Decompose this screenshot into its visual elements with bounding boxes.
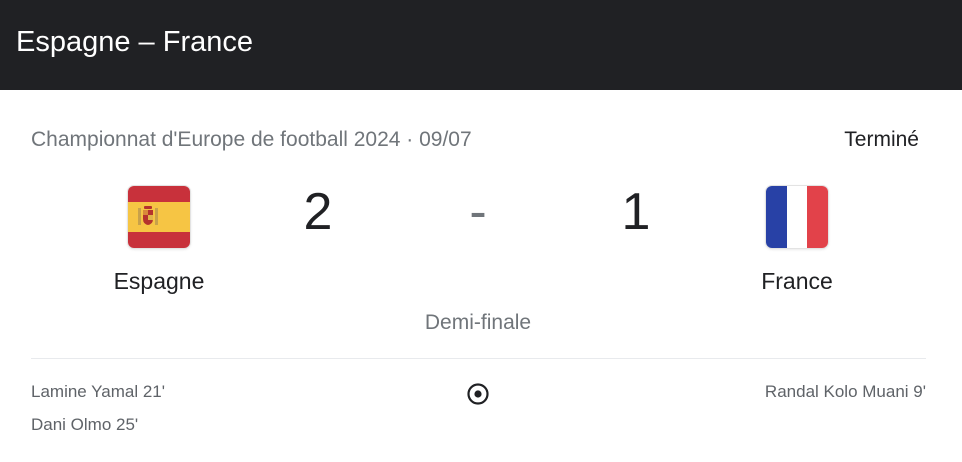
match-stage: Demi-finale (424, 311, 532, 334)
home-score: 2 (303, 183, 333, 241)
france-flag-icon[interactable] (766, 186, 828, 248)
competition-info[interactable]: Championnat d'Europe de football 2024 · … (31, 128, 472, 152)
home-scorer: Lamine Yamal 21' (31, 382, 165, 401)
home-scorer: Dani Olmo 25' (31, 415, 139, 434)
page-title: Espagne – France (16, 26, 253, 58)
home-team-name[interactable]: Espagne (59, 268, 259, 295)
away-scorer: Randal Kolo Muani 9' (764, 382, 926, 401)
match-status: Terminé (844, 128, 919, 151)
score-separator: - (469, 183, 487, 241)
divider (31, 358, 926, 359)
soccer-ball-icon (466, 382, 490, 406)
spain-flag-icon[interactable] (128, 186, 190, 248)
away-team-name[interactable]: France (697, 268, 897, 295)
match-card[interactable]: Championnat d'Europe de football 2024 · … (0, 90, 962, 462)
page-header: Espagne – France (0, 0, 962, 90)
away-score: 1 (621, 183, 651, 241)
